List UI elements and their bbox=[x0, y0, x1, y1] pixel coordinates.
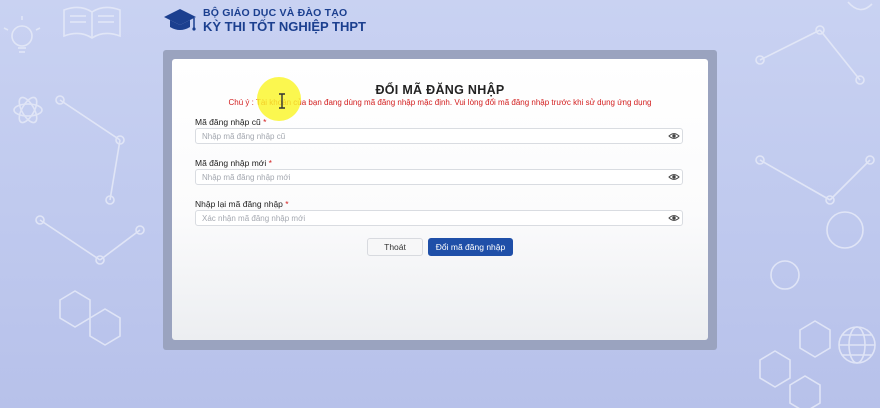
confirm-code-input[interactable] bbox=[195, 210, 683, 226]
old-code-label-text: Mã đăng nhập cũ bbox=[195, 117, 261, 127]
dialog-actions: Thoát Đổi mã đăng nhập bbox=[172, 238, 708, 256]
graduation-cap-icon bbox=[164, 9, 196, 31]
exam-name: KỲ THI TỐT NGHIỆP THPT bbox=[203, 18, 366, 34]
exit-button[interactable]: Thoát bbox=[367, 238, 423, 256]
required-mark: * bbox=[285, 199, 289, 209]
required-mark: * bbox=[268, 158, 272, 168]
new-code-input[interactable] bbox=[195, 169, 683, 185]
change-code-button[interactable]: Đổi mã đăng nhập bbox=[428, 238, 513, 256]
dialog-title: ĐỔI MÃ ĐĂNG NHẬP bbox=[375, 83, 505, 97]
org-name: BỘ GIÁO DỤC VÀ ĐÀO TẠO bbox=[203, 6, 348, 19]
site-header: BỘ GIÁO DỤC VÀ ĐÀO TẠO KỲ THI TỐT NGHIỆP… bbox=[163, 6, 366, 34]
new-code-label-text: Mã đăng nhập mới bbox=[195, 158, 267, 168]
eye-icon[interactable] bbox=[668, 212, 680, 224]
eye-icon[interactable] bbox=[668, 171, 680, 183]
confirm-code-label: Nhập lại mã đăng nhập * bbox=[195, 199, 289, 209]
confirm-code-label-text: Nhập lại mã đăng nhập bbox=[195, 199, 283, 209]
warning-notice: Chú ý : Tài khoản của bạn đang dùng mã đ… bbox=[228, 98, 652, 107]
eye-icon[interactable] bbox=[668, 130, 680, 142]
header-text: BỘ GIÁO DỤC VÀ ĐÀO TẠO KỲ THI TỐT NGHIỆP… bbox=[203, 7, 366, 34]
old-code-label: Mã đăng nhập cũ * bbox=[195, 117, 266, 127]
required-mark: * bbox=[263, 117, 267, 127]
text-cursor-icon bbox=[279, 93, 285, 109]
old-code-input[interactable] bbox=[195, 128, 683, 144]
new-code-label: Mã đăng nhập mới * bbox=[195, 158, 272, 168]
change-login-code-dialog: ĐỔI MÃ ĐĂNG NHẬP Chú ý : Tài khoản của b… bbox=[172, 59, 708, 340]
